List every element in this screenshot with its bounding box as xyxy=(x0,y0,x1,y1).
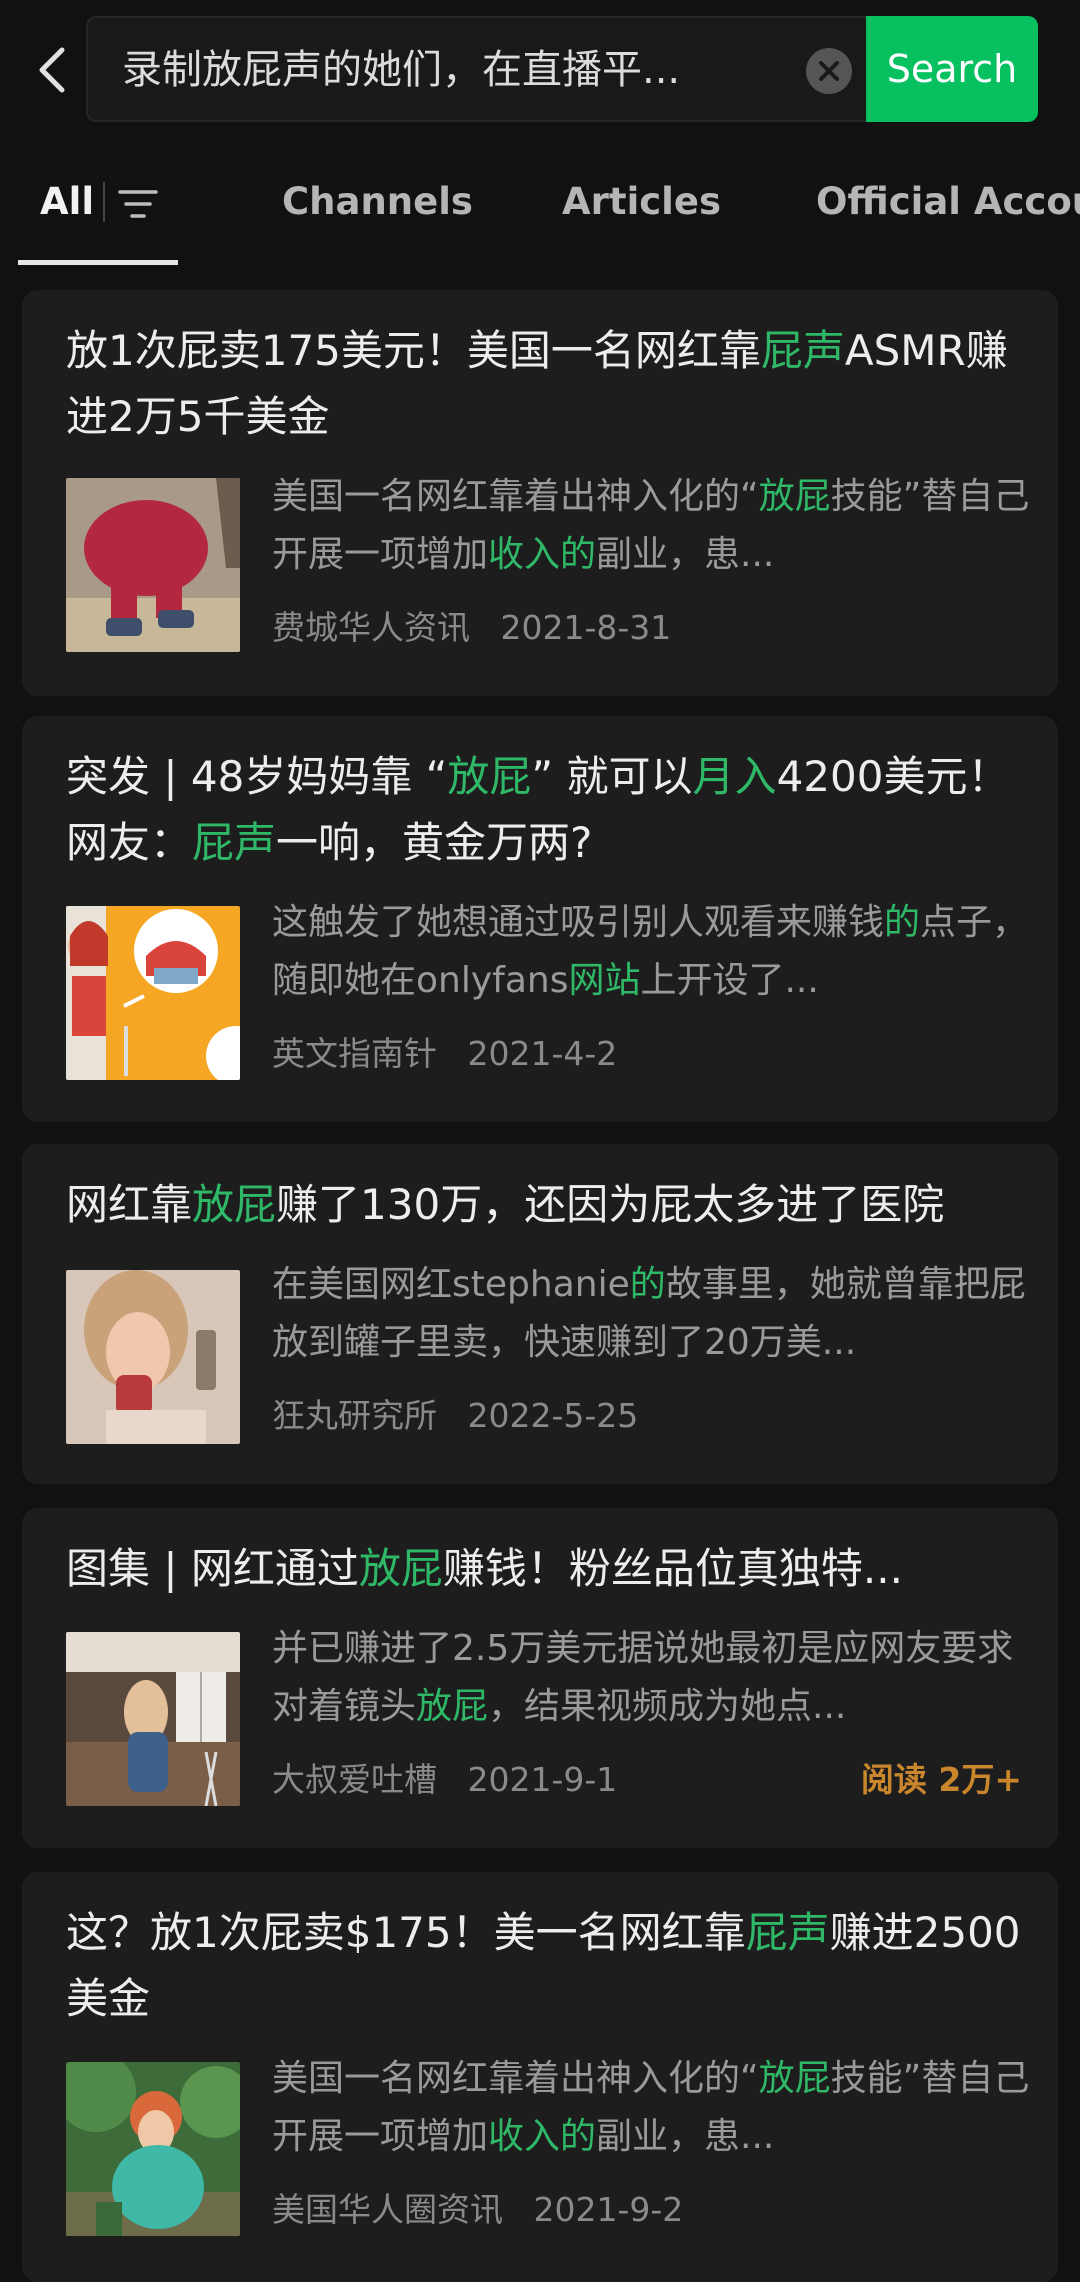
result-source[interactable]: 英文指南针 xyxy=(272,1034,437,1073)
result-snippet: 美国一名网红靠着出神入化的“放屁技能”替自己开展一项增加收入的副业，患... xyxy=(272,468,1042,584)
highlighted-keyword: 放屁 xyxy=(192,1180,277,1229)
result-snippet: 并已赚进了2.5万美元据说她最初是应网友要求对着镜头放屁，结果视频成为她点... xyxy=(272,1620,1042,1736)
result-source[interactable]: 费城华人资讯 xyxy=(272,608,470,647)
top-bar: 录制放屁声的她们，在直播平... Search xyxy=(0,0,1080,148)
result-title[interactable]: 图集 | 网红通过放屁赚钱！粉丝品位真独特... xyxy=(66,1536,1046,1602)
result-source[interactable]: 大叔爱吐槽 xyxy=(272,1760,437,1799)
result-date: 2021-9-1 xyxy=(467,1760,618,1799)
text-segment: 突发 | 48岁妈妈靠 “ xyxy=(66,752,448,801)
result-source[interactable]: 美国华人圈资讯 xyxy=(272,2190,503,2229)
text-segment: 网红靠 xyxy=(66,1180,193,1229)
result-date: 2021-9-2 xyxy=(533,2190,684,2229)
result-thumbnail xyxy=(66,1632,240,1806)
text-segment: 美国一名网红靠着出神入化的“ xyxy=(272,476,759,517)
text-segment: 一响，黄金万两? xyxy=(276,818,593,867)
result-snippet: 这触发了她想通过吸引别人观看来赚钱的点子，随即她在onlyfans网站上开设了.… xyxy=(272,894,1042,1010)
text-segment: 上开设了... xyxy=(640,960,819,1001)
text-segment: 放1次屁卖175美元！美国一名网红靠 xyxy=(66,326,761,375)
text-segment: 赚钱！粉丝品位真独特... xyxy=(442,1544,903,1593)
text-segment: ，结果视频成为她点... xyxy=(488,1686,847,1727)
clear-search-button[interactable] xyxy=(806,48,852,94)
text-segment: 图集 | 网红通过 xyxy=(66,1544,359,1593)
highlighted-keyword: 放屁 xyxy=(758,476,831,517)
search-button[interactable]: Search xyxy=(866,16,1038,122)
highlighted-keyword: 的 xyxy=(884,902,921,943)
result-meta: 费城华人资讯 2021-8-31 xyxy=(272,606,1042,650)
text-segment: 美国一名网红靠着出神入化的“ xyxy=(272,2058,759,2099)
text-segment: ” 就可以 xyxy=(531,752,693,801)
highlighted-keyword: 放屁 xyxy=(416,1686,489,1727)
result-card[interactable]: 图集 | 网红通过放屁赚钱！粉丝品位真独特... 并已赚进了2.5万美元据说她最… xyxy=(22,1508,1058,1848)
filter-button[interactable] xyxy=(118,184,158,224)
text-segment: 这？放1次屁卖$175！美一名网红靠 xyxy=(66,1908,746,1957)
result-title[interactable]: 这？放1次屁卖$175！美一名网红靠屁声赚进2500美金 xyxy=(66,1900,1046,2032)
tab-articles[interactable]: Articles xyxy=(562,180,721,224)
result-date: 2021-4-2 xyxy=(467,1034,618,1073)
highlighted-keyword: 屁声 xyxy=(745,1908,830,1957)
result-card[interactable]: 放1次屁卖175美元！美国一名网红靠屁声ASMR赚进2万5千美金 美国一名网红靠… xyxy=(22,290,1058,696)
result-title[interactable]: 突发 | 48岁妈妈靠 “放屁” 就可以月入4200美元！网友：屁声一响，黄金万… xyxy=(66,744,1046,876)
close-icon xyxy=(819,61,839,81)
highlighted-keyword: 的 xyxy=(629,1264,666,1305)
filter-icon xyxy=(118,190,158,218)
result-thumbnail xyxy=(66,906,240,1080)
text-segment: 这触发了她想通过吸引别人观看来赚钱 xyxy=(272,902,885,943)
result-thumbnail xyxy=(66,478,240,652)
text-segment: 副业，患... xyxy=(596,534,775,575)
result-card[interactable]: 这？放1次屁卖$175！美一名网红靠屁声赚进2500美金 美国一名网红靠着出神入… xyxy=(22,1872,1058,2282)
search-input[interactable]: 录制放屁声的她们，在直播平... xyxy=(122,44,802,96)
highlighted-keyword: 屁声 xyxy=(192,818,277,867)
result-source[interactable]: 狂丸研究所 xyxy=(272,1396,437,1435)
result-meta: 狂丸研究所 2022-5-25 xyxy=(272,1394,1042,1438)
tab-official-accounts[interactable]: Official Accou xyxy=(816,180,1080,224)
result-title[interactable]: 网红靠放屁赚了130万，还因为屁太多进了医院 xyxy=(66,1172,1046,1238)
highlighted-keyword: 放屁 xyxy=(447,752,532,801)
tab-divider xyxy=(103,182,105,222)
result-meta: 英文指南针 2021-4-2 xyxy=(272,1032,1042,1076)
result-card[interactable]: 突发 | 48岁妈妈靠 “放屁” 就可以月入4200美元！网友：屁声一响，黄金万… xyxy=(22,716,1058,1122)
search-box[interactable]: 录制放屁声的她们，在直播平... xyxy=(86,16,876,122)
highlighted-keyword: 网站 xyxy=(568,960,641,1001)
result-card[interactable]: 网红靠放屁赚了130万，还因为屁太多进了医院 在美国网红stephanie的故事… xyxy=(22,1144,1058,1484)
tab-channels[interactable]: Channels xyxy=(282,180,473,224)
result-title[interactable]: 放1次屁卖175美元！美国一名网红靠屁声ASMR赚进2万5千美金 xyxy=(66,318,1046,450)
result-thumbnail xyxy=(66,1270,240,1444)
result-date: 2022-5-25 xyxy=(467,1396,639,1435)
highlighted-keyword: 放屁 xyxy=(758,2058,831,2099)
result-meta: 大叔爱吐槽 2021-9-1 阅读 2万+ xyxy=(272,1758,1042,1802)
back-button[interactable] xyxy=(30,40,78,100)
highlighted-keyword: 放屁 xyxy=(358,1544,443,1593)
tab-bar: All Channels Articles Official Accou xyxy=(0,160,1080,268)
highlighted-keyword: 收入的 xyxy=(488,534,597,575)
active-tab-indicator xyxy=(18,260,178,265)
back-arrow-icon xyxy=(39,47,65,93)
result-snippet: 美国一名网红靠着出神入化的“放屁技能”替自己开展一项增加收入的副业，患... xyxy=(272,2050,1042,2166)
result-date: 2021-8-31 xyxy=(500,608,672,647)
text-segment: 副业，患... xyxy=(596,2116,775,2157)
highlighted-keyword: 月入 xyxy=(692,752,777,801)
result-thumbnail xyxy=(66,2062,240,2236)
result-meta: 美国华人圈资讯 2021-9-2 xyxy=(272,2188,1042,2232)
result-snippet: 在美国网红stephanie的故事里，她就曾靠把屁放到罐子里卖，快速赚到了20万… xyxy=(272,1256,1042,1372)
text-segment: 在美国网红stephanie xyxy=(272,1264,630,1305)
read-count: 阅读 2万+ xyxy=(860,1760,1022,1799)
highlighted-keyword: 屁声 xyxy=(760,326,845,375)
tab-all[interactable]: All xyxy=(40,180,94,224)
text-segment: 赚了130万，还因为屁太多进了医院 xyxy=(276,1180,945,1229)
highlighted-keyword: 收入的 xyxy=(488,2116,597,2157)
